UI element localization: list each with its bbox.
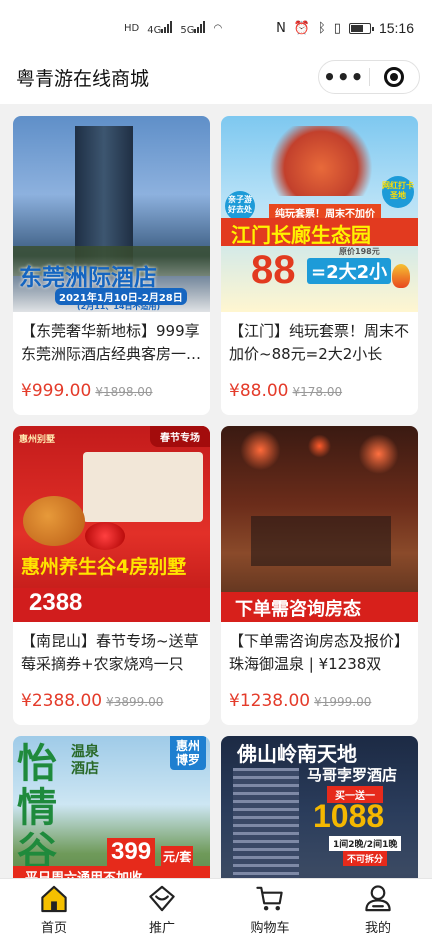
image-big-price: 1088 (313, 798, 385, 834)
profile-icon (365, 885, 391, 912)
product-image: 下单需咨询房态 (221, 426, 418, 622)
hd-label: HD (124, 23, 140, 34)
product-name: 【南昆山】春节专场~送草莓采摘券+农家烧鸡一只~… (21, 632, 199, 673)
roast-chicken (23, 496, 85, 546)
page-title: 粤青游在线商城 (16, 68, 150, 90)
more-menu-button[interactable]: ••• (319, 67, 369, 87)
image-headline: 下单需咨询房态 (235, 599, 361, 620)
image-big-price: 88 (251, 248, 296, 292)
product-image: 佛山岭南天地 马哥孛罗酒店 买一送一 1088 1间2晚/2间1晚 不可拆分 (221, 736, 418, 878)
close-mini-program-button[interactable] (369, 67, 419, 87)
image-corner-tag: 惠州博罗 (170, 736, 206, 770)
nfc-icon: N (276, 20, 286, 36)
badge-family: 亲子游好去处 (225, 191, 255, 221)
network-indicators: HD 4G 5G ◠ (124, 21, 222, 36)
original-price: ¥1898.00 (95, 385, 153, 399)
alarm-icon: ⏰ (293, 20, 310, 36)
product-image: 怡情谷 温泉酒店 惠州博罗 399 元/套 平日周六通用不加收 (13, 736, 210, 878)
product-card[interactable]: 惠州别墅 春节专场 惠州养生谷4房别墅 2388 【南昆山】春节专场~送草莓采摘… (13, 426, 210, 725)
wifi-icon: ◠ (213, 23, 223, 34)
tab-label: 推广 (148, 921, 175, 936)
tab-home[interactable]: 首页 (0, 879, 108, 936)
price-row: ¥88.00 ¥178.00 (229, 381, 342, 401)
image-small-title: 温泉酒店 (71, 744, 99, 777)
mini-program-capsule: ••• (318, 60, 420, 94)
tab-label: 我的 (364, 921, 391, 936)
lanterns (221, 426, 418, 506)
product-name: 【下单需咨询房态及报价】珠海御温泉 | ¥1238双人… (229, 632, 410, 673)
status-right: N ⏰ ᛒ ▯ 15:16 (276, 20, 414, 36)
home-icon (41, 885, 67, 913)
image-line2: 不可拆分 (343, 851, 388, 866)
bluetooth-icon: ᛒ (317, 20, 326, 36)
product-price: ¥88.00 (229, 381, 289, 401)
bottom-tab-bar: 首页 推广 购物车 我的 (0, 878, 432, 936)
image-headline: 东莞洲际酒店 (19, 265, 157, 291)
image-line1: 1间2晚/2间1晚 (329, 836, 402, 851)
image-tag: 春节专场 (150, 426, 210, 447)
strawberries (85, 522, 125, 550)
image-bottom-text: 平日周六通用不加收 (25, 867, 142, 878)
image-date-note: (2月11、14日不适用) (77, 302, 161, 311)
product-grid: 东莞洲际酒店 2021年1月10日-2月28日 (2月11、14日不适用) 【东… (0, 104, 432, 878)
image-price-unit: 元/套 (161, 846, 194, 867)
price-row: ¥999.00 ¥1898.00 (21, 381, 153, 401)
original-price: ¥3899.00 (106, 695, 164, 709)
product-card[interactable]: 怡情谷 温泉酒店 惠州博罗 399 元/套 平日周六通用不加收 (13, 736, 210, 878)
crowd (251, 516, 391, 566)
product-card[interactable]: 佛山岭南天地 马哥孛罗酒店 买一送一 1088 1间2晚/2间1晚 不可拆分 (221, 736, 418, 878)
image-big-price: 2388 (29, 589, 83, 616)
image-headline: 江门长廊生态园 (231, 223, 371, 247)
image-headline: 佛山岭南天地 (237, 742, 357, 766)
page-header: 粤青游在线商城 ••• (0, 52, 432, 104)
image-subheadline: 马哥孛罗酒店 (307, 766, 398, 784)
product-name: 【江门】纯玩套票！周末不加价~88元=2大2小长廊… (229, 322, 410, 363)
cart-icon (256, 886, 283, 911)
original-price: ¥1999.00 (314, 695, 372, 709)
product-price: ¥1238.00 (229, 691, 311, 711)
product-name: 【东莞奢华新地标】999享东莞洲际酒店经典客房一… (21, 322, 202, 363)
price-row: ¥2388.00 ¥3899.00 (21, 691, 163, 711)
balloon-icon (392, 264, 410, 288)
product-card[interactable]: 亲子游好去处 网红打卡圣地 纯玩套票！周末不加价 江门长廊生态园 原价198元 … (221, 116, 418, 415)
target-icon (384, 67, 405, 87)
product-price: ¥2388.00 (21, 691, 103, 711)
clock: 15:16 (378, 20, 414, 36)
villa-image (83, 452, 203, 522)
image-brand: 惠州别墅 (19, 435, 56, 445)
tab-promote[interactable]: 推广 (108, 879, 216, 936)
product-card[interactable]: 东莞洲际酒店 2021年1月10日-2月28日 (2月11、14日不适用) 【东… (13, 116, 210, 415)
tab-label: 首页 (40, 921, 67, 936)
image-big-price: 399 (107, 838, 156, 866)
product-price: ¥999.00 (21, 381, 92, 401)
image-big-title: 怡情谷 (17, 741, 57, 875)
product-image: 东莞洲际酒店 2021年1月10日-2月28日 (2月11、14日不适用) (13, 116, 210, 312)
product-image: 惠州别墅 春节专场 惠州养生谷4房别墅 2388 (13, 426, 210, 622)
badge-check-in: 网红打卡圣地 (382, 176, 414, 208)
image-orig-price: 原价198元 (339, 247, 380, 256)
signal-4g-icon: 4G (147, 21, 173, 36)
original-price: ¥178.00 (292, 385, 343, 399)
vibrate-icon: ▯ (333, 20, 341, 36)
battery-icon (348, 22, 374, 34)
hotel-building (233, 768, 299, 878)
product-card[interactable]: 下单需咨询房态 【下单需咨询房态及报价】珠海御温泉 | ¥1238双人… ¥12… (221, 426, 418, 725)
image-deal: =2大2小 (307, 258, 392, 284)
image-headline: 惠州养生谷4房别墅 (21, 556, 187, 578)
product-image: 亲子游好去处 网红打卡圣地 纯玩套票！周末不加价 江门长廊生态园 原价198元 … (221, 116, 418, 312)
promote-icon (149, 885, 175, 912)
tab-cart[interactable]: 购物车 (216, 879, 324, 936)
signal-5g-icon: 5G (180, 21, 206, 36)
performers (261, 126, 381, 196)
tab-profile[interactable]: 我的 (324, 879, 432, 936)
price-row: ¥1238.00 ¥1999.00 (229, 691, 371, 711)
status-bar: HD 4G 5G ◠ N ⏰ ᛒ ▯ 15:16 (0, 0, 432, 52)
tab-label: 购物车 (250, 921, 290, 936)
